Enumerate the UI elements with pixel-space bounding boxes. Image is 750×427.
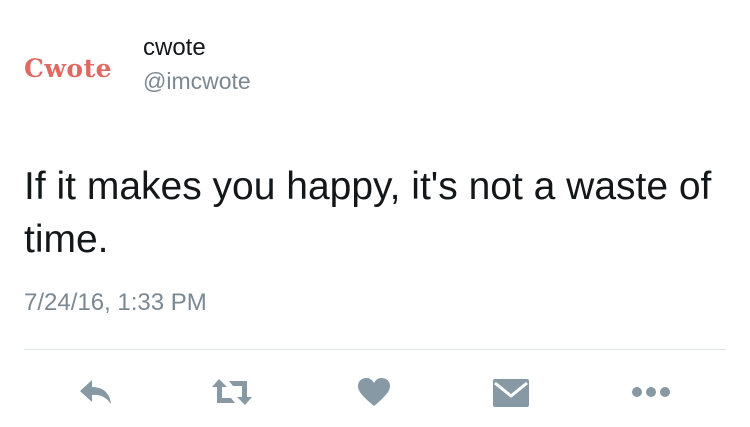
tweet-text: If it makes you happy, it's not a waste … bbox=[24, 165, 712, 261]
avatar[interactable]: Cwote bbox=[24, 54, 112, 83]
tweet-timestamp: 7/24/16, 1:33 PM bbox=[24, 289, 207, 316]
direct-message-button[interactable] bbox=[489, 372, 533, 412]
divider bbox=[24, 349, 726, 350]
retweet-button[interactable] bbox=[210, 372, 254, 412]
more-dots-icon bbox=[632, 387, 670, 397]
heart-icon bbox=[358, 378, 390, 406]
reply-icon bbox=[80, 380, 111, 404]
display-name[interactable]: cwote bbox=[143, 34, 206, 62]
user-handle[interactable]: @imcwote bbox=[143, 68, 251, 95]
reply-button[interactable] bbox=[74, 372, 118, 412]
retweet-icon bbox=[212, 379, 252, 405]
envelope-icon bbox=[493, 379, 529, 407]
like-button[interactable] bbox=[352, 372, 396, 412]
more-button[interactable] bbox=[629, 372, 673, 412]
